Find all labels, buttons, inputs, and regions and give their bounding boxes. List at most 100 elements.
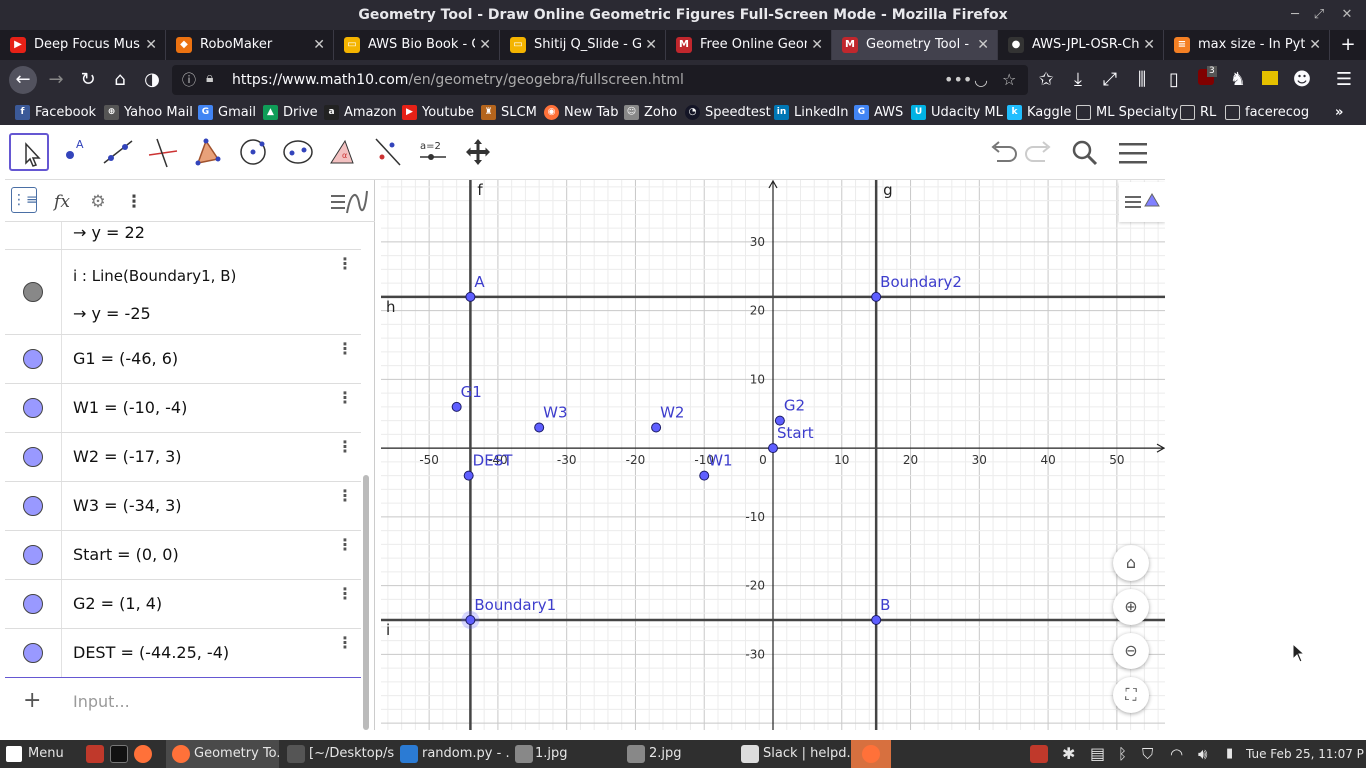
close-tab-icon[interactable]: ✕	[1309, 30, 1321, 60]
settings-gear-icon[interactable]: ⚙	[83, 187, 113, 217]
algebra-row-i[interactable]: i : Line(Boundary1, B) → y = -25 ⋮	[5, 250, 361, 335]
bookmark-ml-specialty[interactable]: ML Specialty	[1076, 100, 1178, 125]
perpendicular-line-tool-icon[interactable]	[143, 133, 183, 171]
bookmark-drive[interactable]: ▲ Drive	[263, 100, 318, 125]
algebra-row-w3[interactable]: W3 = (-34, 3) ⋮	[5, 482, 361, 531]
battery-icon[interactable]: ▮	[1226, 740, 1240, 768]
fullscreen-expand-icon[interactable]: ⤢	[1096, 66, 1124, 94]
visibility-toggle[interactable]	[23, 496, 43, 516]
bookmark-facerecog[interactable]: facerecog	[1225, 100, 1309, 125]
visibility-toggle[interactable]	[23, 643, 43, 663]
bookmark-amazon[interactable]: a Amazon	[324, 100, 397, 125]
algebra-row-definition[interactable]: W1 = (-10, -4)	[73, 398, 187, 417]
add-icon[interactable]: +	[23, 688, 41, 713]
polygon-tool-icon[interactable]	[188, 133, 228, 171]
search-icon[interactable]	[1067, 137, 1103, 169]
row-menu-icon[interactable]: ⋮	[337, 633, 353, 652]
visibility-toggle[interactable]	[23, 398, 43, 418]
line-tool-icon[interactable]	[98, 133, 138, 171]
row-menu-icon[interactable]: ⋮	[337, 254, 353, 273]
row-menu-icon[interactable]: ⋮	[337, 388, 353, 407]
tray-app-icon[interactable]	[1028, 740, 1050, 768]
close-tab-icon[interactable]: ✕	[977, 30, 989, 60]
tab-aws-bio-book[interactable]: ▭ AWS Bio Book - Go ✕	[334, 30, 500, 60]
visibility-toggle[interactable]	[23, 594, 43, 614]
algebra-row-w1[interactable]: W1 = (-10, -4) ⋮	[5, 384, 361, 433]
clock[interactable]: Tue Feb 25, 11:07 PM	[1246, 740, 1364, 768]
algebra-row-definition[interactable]: i : Line(Boundary1, B)	[73, 267, 236, 285]
taskbar-item-geometry[interactable]: Geometry To...	[166, 740, 279, 768]
reload-icon[interactable]: ↻	[74, 66, 102, 94]
algebra-row-w2[interactable]: W2 = (-17, 3) ⋮	[5, 433, 361, 482]
algebra-row-definition[interactable]: W2 = (-17, 3)	[73, 447, 182, 466]
home-icon[interactable]: ⌂	[106, 66, 134, 94]
close-tab-icon[interactable]: ✕	[313, 30, 325, 60]
pocket-icon[interactable]: ◡	[974, 70, 988, 89]
reflect-tool-icon[interactable]	[368, 133, 408, 171]
new-tab-icon[interactable]: +	[1334, 31, 1362, 59]
bookmark-udacity-ml[interactable]: U Udacity ML	[911, 100, 1003, 125]
graphics-canvas[interactable]: -50 -40 -30 -20 -10 0 10 20 30 40 50-30-20-1010203…	[381, 180, 1165, 730]
algebra-row-h[interactable]: → y = 22	[5, 222, 361, 250]
main-menu-icon[interactable]	[1115, 137, 1151, 169]
notes-tray-icon[interactable]: ▤	[1090, 740, 1112, 768]
visibility-toggle[interactable]	[23, 349, 43, 369]
algebra-row-definition[interactable]: W3 = (-34, 3)	[73, 496, 182, 515]
style-bar-toggle-icon[interactable]	[1119, 182, 1165, 222]
home-view-icon[interactable]: ⌂	[1113, 545, 1149, 581]
undo-icon[interactable]	[985, 137, 1021, 169]
library-icon[interactable]: ⫼	[1128, 66, 1156, 94]
circle-tool-icon[interactable]	[233, 133, 273, 171]
graphing-style-icon[interactable]	[329, 187, 369, 217]
row-menu-icon[interactable]: ⋮	[337, 437, 353, 456]
algebra-row-g2[interactable]: G2 = (1, 4) ⋮	[5, 580, 361, 629]
hamburger-menu-icon[interactable]: ☰	[1330, 66, 1358, 94]
visibility-toggle[interactable]	[23, 447, 43, 467]
start-menu-button[interactable]: Menu	[6, 740, 76, 768]
tab-deep-focus-music[interactable]: ▶ Deep Focus Music ✕	[0, 30, 166, 60]
visibility-toggle[interactable]	[23, 282, 43, 302]
minimize-icon[interactable]: ─	[1283, 0, 1307, 30]
site-info-icon[interactable]: ⓘ	[182, 70, 196, 90]
url-text[interactable]: https://www.math10.com/en/geometry/geoge…	[232, 65, 684, 95]
move-graphics-tool-icon[interactable]	[458, 133, 498, 171]
bookmark-facebook[interactable]: f Facebook	[15, 100, 96, 125]
redo-icon[interactable]	[1021, 137, 1057, 169]
algebra-row-definition[interactable]: Start = (0, 0)	[73, 545, 179, 564]
algebra-row-g1[interactable]: G1 = (-46, 6) ⋮	[5, 335, 361, 384]
bookmark-yahoo-mail[interactable]: ⊕ Yahoo Mail	[104, 100, 193, 125]
toolbar-star-icon[interactable]: ✩	[1032, 66, 1060, 94]
notes-extension-icon[interactable]	[1256, 66, 1284, 94]
close-tab-icon[interactable]: ✕	[479, 30, 491, 60]
bookmark-slcm[interactable]: ♜ SLCM	[481, 100, 537, 125]
tab-aws-jpl-osr[interactable]: ● AWS-JPL-OSR-Chall ✕	[998, 30, 1164, 60]
close-tab-icon[interactable]: ✕	[811, 30, 823, 60]
angle-tool-icon[interactable]: α	[323, 133, 363, 171]
maximize-icon[interactable]: ⤢	[1307, 0, 1331, 30]
taskbar-item-slack[interactable]: Slack | helpd...	[737, 740, 850, 768]
page-actions-icon[interactable]: •••	[944, 70, 972, 89]
tab-geometry-tool[interactable]: M Geometry Tool - Dr ✕	[832, 30, 998, 60]
fullscreen-icon[interactable]: ⛶	[1113, 677, 1149, 713]
extension-icon[interactable]: ♞	[1224, 66, 1252, 94]
algebra-row-definition[interactable]: DEST = (-44.25, -4)	[73, 643, 229, 662]
function-fx-icon[interactable]: fx	[47, 187, 77, 217]
row-menu-icon[interactable]: ⋮	[337, 535, 353, 554]
bookmark-new-tab[interactable]: ◉ New Tab	[544, 100, 619, 125]
taskbar-item-firefox[interactable]	[851, 740, 891, 768]
lock-icon[interactable]: 🔒︎	[206, 70, 213, 86]
bookmark-rl[interactable]: RL	[1180, 100, 1216, 125]
firefox-launcher-icon[interactable]	[132, 740, 154, 768]
taskbar-item-terminal[interactable]: [~/Desktop/s...	[281, 740, 394, 768]
algebra-view-icon[interactable]: ⋮≡	[11, 187, 38, 213]
row-menu-icon[interactable]: ⋮	[337, 339, 353, 358]
back-icon[interactable]: ←	[9, 66, 37, 94]
zoom-out-icon[interactable]: ⊖	[1113, 633, 1149, 669]
taskbar-item-1jpg[interactable]: 1.jpg	[511, 740, 621, 768]
more-options-icon[interactable]: ⋮	[119, 187, 149, 217]
algebra-input-row[interactable]: + Input...	[5, 677, 361, 727]
ellipse-tool-icon[interactable]	[278, 133, 318, 171]
zoom-in-icon[interactable]: ⊕	[1113, 589, 1149, 625]
tab-max-size-python[interactable]: ≡ max size - In Pytho ✕	[1164, 30, 1330, 60]
bookmark-aws[interactable]: G AWS	[854, 100, 903, 125]
